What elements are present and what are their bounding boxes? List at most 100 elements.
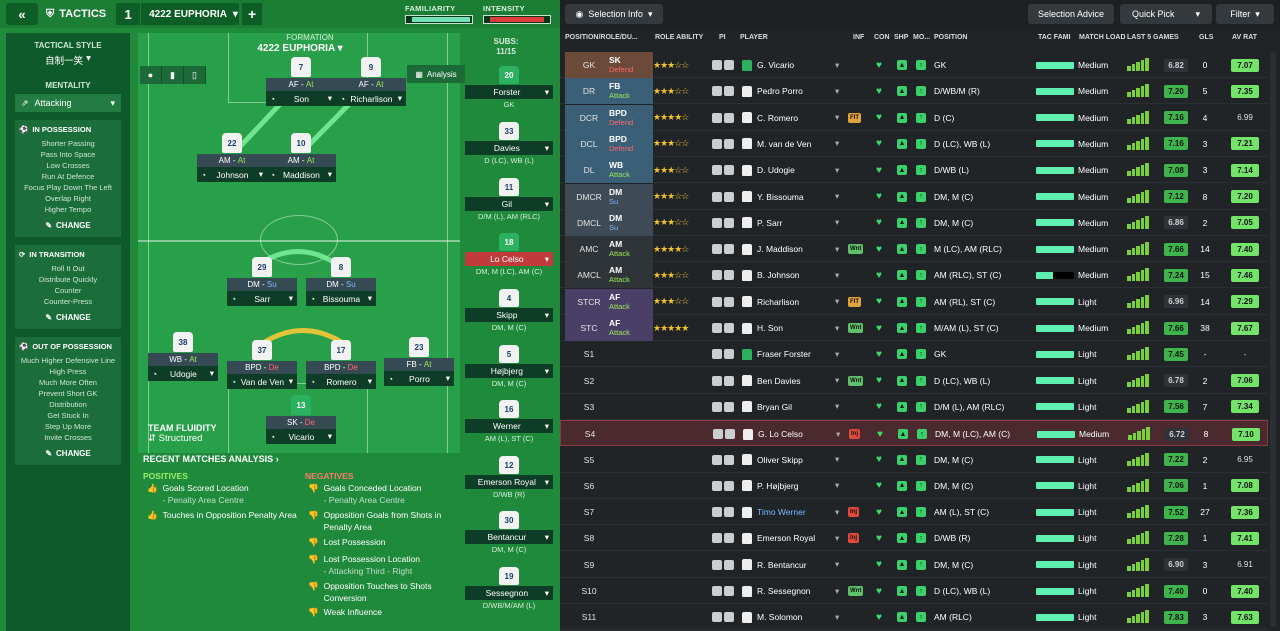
chevron-down-icon[interactable]: ▾	[835, 78, 845, 104]
tactical-style-value[interactable]: 自制一笑 ▾	[6, 53, 130, 67]
sub-player[interactable]: 16 Werner ▾ AM (L), ST (C)	[465, 400, 553, 443]
sub-player[interactable]: 5 Højbjerg ▾ DM, M (C)	[465, 345, 553, 388]
col-header[interactable]: GLS	[1199, 34, 1213, 41]
role-cell[interactable]	[605, 499, 653, 525]
player-instructions[interactable]	[712, 105, 742, 131]
col-header[interactable]: POSITION/ROLE/DU...	[565, 34, 638, 41]
chevron-down-icon[interactable]: ▾	[835, 368, 845, 394]
sub-player[interactable]: 18 Lo Celso ▾ DM, M (LC), AM (C)	[465, 233, 553, 276]
player-instructions[interactable]	[712, 131, 742, 157]
sub-player[interactable]: 33 Davies ▾ D (LC), WB (L)	[465, 122, 553, 165]
player-instructions[interactable]	[712, 52, 742, 78]
pitch-player[interactable]: 37 BPD - De ◔ Van de Ven ▾	[227, 340, 297, 389]
person-view-icon[interactable]: ●	[140, 66, 162, 84]
sub-player[interactable]: 11 Gil ▾ D/M (L), AM (RLC)	[465, 178, 553, 221]
chevron-down-icon[interactable]: ▾	[835, 394, 845, 420]
player-instructions[interactable]	[712, 499, 742, 525]
table-row[interactable]: S1 Fraser Forster ▾ ♥ ▲ ↑ GK Light 7.45- -	[560, 341, 1268, 368]
table-row[interactable]: S6 P. Højbjerg ▾ ♥ ▲ ↑ DM, M (C) Light 7.06 1 7.08	[560, 473, 1268, 499]
chevron-down-icon[interactable]: ▾	[835, 105, 845, 131]
player-instructions[interactable]	[712, 315, 742, 341]
add-tactic-button[interactable]: +	[242, 3, 263, 25]
chevron-down-icon[interactable]: ▾	[835, 210, 845, 236]
player-instructions[interactable]	[712, 394, 742, 420]
col-header[interactable]: MO...	[913, 34, 930, 41]
player-instructions[interactable]	[712, 368, 742, 394]
pitch-player[interactable]: 7 AF - At ◔ Son ▾	[266, 57, 336, 106]
table-row[interactable]: DCL BPD Defend ★★★☆☆ M. van de Ven ▾ ♥ ▲ ↑ D (LC)…	[560, 130, 1268, 157]
table-row[interactable]: S9 R. Bentancur ▾ ♥ ▲ ↑ DM, M (C) Light 6.90 3 6.9…	[560, 552, 1268, 578]
change-out-of-possession-button[interactable]: ✎ CHANGE	[19, 449, 117, 458]
player-instructions[interactable]	[712, 289, 742, 315]
col-header[interactable]: LAST 5 GAMES	[1127, 34, 1179, 41]
table-row[interactable]: S3 Bryan Gil ▾ ♥ ▲ ↑ D/M (L), AM (RLC) Light 7.5…	[560, 394, 1268, 420]
col-header[interactable]: ROLE ABILITY	[655, 34, 703, 41]
chevron-down-icon[interactable]: ▾	[836, 421, 846, 447]
player-instructions[interactable]	[712, 447, 742, 473]
sub-player[interactable]: 30 Bentancur ▾ DM, M (C)	[465, 511, 553, 554]
role-cell[interactable]: BPD Defend	[605, 104, 653, 131]
role-cell[interactable]	[605, 578, 653, 604]
table-row[interactable]: S4 G. Lo Celso ▾ Inj ♥ ▲ ↑ DM, M (LC), AM (C) Me…	[560, 420, 1268, 447]
chevron-down-icon[interactable]: ▾	[835, 525, 845, 551]
pitch-player[interactable]: 22 AM - At ◔ Johnson ▾	[197, 133, 267, 182]
chevron-down-icon[interactable]: ▾	[835, 289, 845, 315]
role-cell[interactable]	[605, 341, 653, 367]
col-header[interactable]: CON	[874, 34, 890, 41]
player-instructions[interactable]	[712, 604, 742, 630]
role-cell[interactable]: AM Attack	[605, 262, 653, 289]
pitch-player[interactable]: 13 SK - De ◔ Vicario ▾	[266, 395, 336, 444]
role-cell[interactable]: AM Attack	[605, 236, 653, 263]
table-row[interactable]: S10 R. Sessegnon ▾ Wnt ♥ ▲ ↑ D (LC), WB (L) Ligh…	[560, 578, 1268, 604]
player-instructions[interactable]	[712, 525, 742, 551]
table-row[interactable]: AMC AM Attack ★★★★☆ J. Maddison ▾ Wnt ♥ ▲ ↑ M (LC)…	[560, 236, 1268, 263]
role-cell[interactable]: SK Defend	[605, 52, 653, 78]
role-cell[interactable]: DM Su	[605, 183, 653, 210]
chevron-down-icon[interactable]: ▾	[835, 236, 845, 262]
table-row[interactable]: DL WB Attack ★★★☆☆ D. Udogie ▾ ♥ ▲ ↑ D/WB (L) Medi…	[560, 157, 1268, 184]
role-cell[interactable]	[606, 421, 654, 447]
player-instructions[interactable]	[713, 421, 743, 447]
role-cell[interactable]	[605, 525, 653, 551]
role-cell[interactable]	[605, 368, 653, 394]
chevron-down-icon[interactable]: ▾	[835, 473, 845, 499]
mentality-dropdown[interactable]: ⇗ Attacking ▾	[15, 94, 121, 112]
pitch-player[interactable]: 29 DM - Su ◔ Sarr ▾	[227, 257, 297, 306]
player-instructions[interactable]	[712, 236, 742, 262]
sub-player[interactable]: 19 Sessegnon ▾ D/WB/M/AM (L)	[465, 567, 553, 610]
player-instructions[interactable]	[712, 578, 742, 604]
table-row[interactable]: STCR AF Attack ★★★☆☆ Richarlison ▾ FIT ♥ ▲ ↑ AM (R…	[560, 288, 1268, 315]
col-header[interactable]: TAC FAMI	[1038, 34, 1071, 41]
col-header[interactable]: INF	[853, 34, 864, 41]
pitch-player[interactable]: 8 DM - Su ◔ Bissouma ▾	[306, 257, 376, 306]
sub-player[interactable]: 12 Emerson Royal ▾ D/WB (R)	[465, 456, 553, 499]
role-cell[interactable]: BPD Defend	[605, 130, 653, 157]
quick-pick-button[interactable]: Quick Pick ▾	[1120, 4, 1212, 24]
col-header[interactable]: AV RAT	[1232, 34, 1257, 41]
table-row[interactable]: DCR BPD Defend ★★★★☆ C. Romero ▾ FIT ♥ ▲ ↑ D (C) Me…	[560, 104, 1268, 131]
player-instructions[interactable]	[712, 552, 742, 578]
table-row[interactable]: S8 Emerson Royal ▾ Inj ♥ ▲ ↑ D/WB (R) Light 7.28 1…	[560, 525, 1268, 552]
table-row[interactable]: AMCL AM Attack ★★★☆☆ B. Johnson ▾ ♥ ▲ ↑ AM (RLC),…	[560, 262, 1268, 289]
player-instructions[interactable]	[712, 473, 742, 499]
col-header[interactable]: SHP	[894, 34, 908, 41]
scrollbar[interactable]	[1270, 52, 1276, 627]
table-row[interactable]: S2 Ben Davies ▾ Wnt ♥ ▲ ↑ D (LC), WB (L) Light 6.…	[560, 368, 1268, 394]
role-cell[interactable]	[605, 394, 653, 420]
chevron-down-icon[interactable]: ▾	[835, 184, 845, 210]
role-cell[interactable]: DM Su	[605, 209, 653, 236]
chevron-down-icon[interactable]: ▾	[835, 262, 845, 288]
change-in-transition-button[interactable]: ✎ CHANGE	[19, 313, 117, 322]
player-instructions[interactable]	[712, 157, 742, 183]
chevron-down-icon[interactable]: ▾	[835, 447, 845, 473]
table-row[interactable]: GK SK Defend ★★★☆☆ G. Vicario ▾ ♥ ▲ ↑ GK Medium 6.8…	[560, 52, 1268, 78]
chevron-down-icon[interactable]: ▾	[835, 52, 845, 78]
col-header[interactable]: PI	[719, 34, 726, 41]
selection-advice-button[interactable]: Selection Advice	[1028, 4, 1114, 24]
pitch-player[interactable]: 9 AF - At ◔ Richarlison ▾	[336, 57, 406, 106]
role-cell[interactable]: AF Attack	[605, 315, 653, 341]
player-instructions[interactable]	[712, 184, 742, 210]
role-cell[interactable]: FB Attack	[605, 78, 653, 105]
recent-matches-analysis-link[interactable]: RECENT MATCHES ANALYSIS ›	[143, 454, 279, 464]
pitch-player[interactable]: 10 AM - At ◔ Maddison ▾	[266, 133, 336, 182]
